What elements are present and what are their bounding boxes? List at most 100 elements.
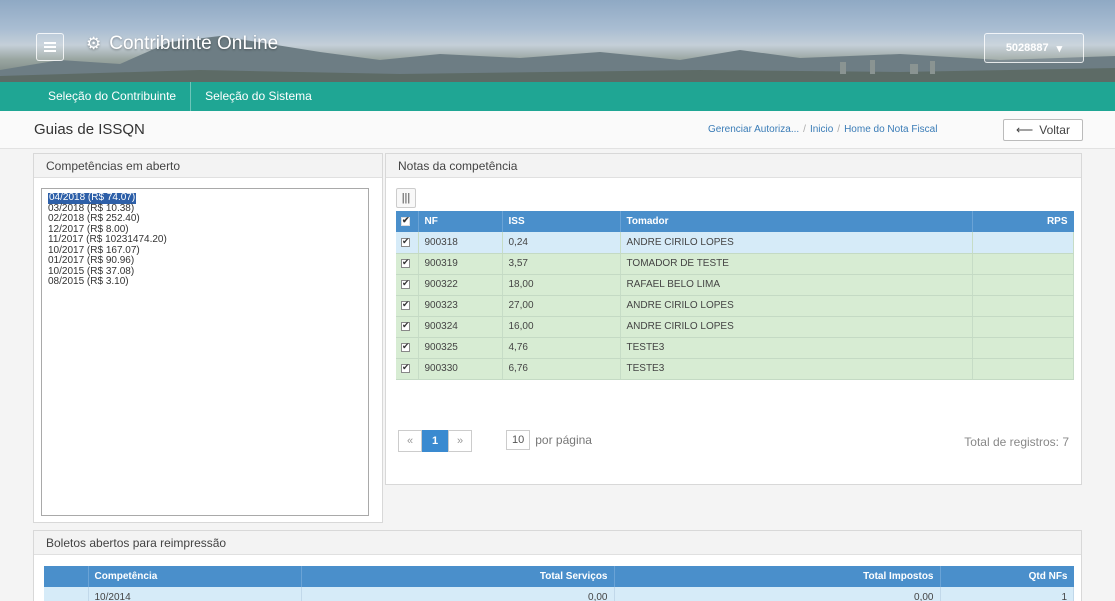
boletos-table: Competência Total Serviços Total Imposto…: [44, 566, 1074, 601]
cell-nf: 900325: [418, 337, 503, 359]
cell-qtd-nfs: 1: [940, 587, 1074, 601]
total-records: Total de registros: 7: [964, 435, 1069, 449]
per-page-label: por página: [535, 433, 592, 447]
main-nav: Seleção do Contribuinte Seleção do Siste…: [0, 82, 1115, 111]
col-header-qtd-nfs[interactable]: Qtd NFs: [940, 566, 1074, 587]
prev-page-button[interactable]: «: [398, 430, 422, 452]
nav-item-sistema[interactable]: Seleção do Sistema: [191, 82, 326, 111]
notas-title: Notas da competência: [386, 154, 1081, 178]
cell-rps: [972, 295, 1074, 317]
cell-tomador: ANDRE CIRILO LOPES: [620, 232, 973, 254]
competencias-listbox[interactable]: 04/2018 (R$ 74.07) 03/2018 (R$ 10.38) 02…: [41, 188, 369, 516]
row-checkbox[interactable]: [396, 274, 419, 296]
cell-tomador: TESTE3: [620, 337, 973, 359]
breadcrumb-item[interactable]: Home do Nota Fiscal: [844, 124, 937, 135]
menu-toggle-button[interactable]: [36, 33, 64, 61]
table-row[interactable]: 900319 3,57 TOMADOR DE TESTE: [396, 253, 1074, 275]
page-title: Guias de ISSQN: [34, 121, 145, 138]
breadcrumb-separator: /: [837, 124, 841, 135]
col-header-rps[interactable]: RPS: [972, 211, 1074, 232]
table-row[interactable]: 900318 0,24 ANDRE CIRILO LOPES: [396, 232, 1074, 254]
row-checkbox[interactable]: [396, 295, 419, 317]
table-row[interactable]: 900330 6,76 TESTE3: [396, 358, 1074, 380]
select-all-checkbox[interactable]: [396, 211, 419, 232]
header-banner: ⚙ Contribuinte OnLine 5028887 ▾: [0, 0, 1115, 82]
gear-icon: ⚙: [86, 34, 102, 53]
cell-iss: 3,57: [502, 253, 621, 275]
next-page-button[interactable]: »: [448, 430, 472, 452]
back-button[interactable]: ⟵ Voltar: [1003, 119, 1083, 141]
col-header-tomador[interactable]: Tomador: [620, 211, 973, 232]
cell-tomador: ANDRE CIRILO LOPES: [620, 295, 973, 317]
breadcrumb-item[interactable]: Inicio: [810, 124, 833, 135]
columns-icon: |||: [401, 192, 411, 204]
cell-iss: 27,00: [502, 295, 621, 317]
list-item[interactable]: 02/2018 (R$ 252.40): [48, 213, 362, 225]
breadcrumb-separator: /: [803, 124, 806, 135]
competencias-title: Competências em aberto: [34, 154, 382, 178]
cell-rps: [972, 274, 1074, 296]
list-item[interactable]: 04/2018 (R$ 74.07): [48, 192, 362, 204]
row-checkbox[interactable]: [396, 358, 419, 380]
cell-iss: 0,24: [502, 232, 621, 254]
notas-panel: Notas da competência ||| NF ISS Tomador …: [385, 153, 1082, 485]
col-header-competencia[interactable]: Competência: [88, 566, 302, 587]
list-item[interactable]: 01/2017 (R$ 90.96): [48, 255, 362, 267]
cell-iss: 6,76: [502, 358, 621, 380]
app-title: Contribuinte OnLine: [109, 33, 279, 54]
user-dropdown-button[interactable]: 5028887 ▾: [984, 33, 1084, 63]
cell-rps: [972, 232, 1074, 254]
app-brand[interactable]: ⚙ Contribuinte OnLine: [86, 33, 278, 55]
caret-down-icon: ▾: [1056, 42, 1063, 55]
row-checkbox[interactable]: [396, 337, 419, 359]
columns-toggle-button[interactable]: |||: [396, 188, 416, 208]
notas-table: NF ISS Tomador RPS 900318 0,24 ANDRE CIR…: [396, 211, 1074, 380]
pagination: « 1 »: [398, 430, 472, 452]
list-item[interactable]: 08/2015 (R$ 3.10): [48, 276, 362, 288]
cell-total-servicos: 0,00: [301, 587, 615, 601]
cell-nf: 900322: [418, 274, 503, 296]
cell-rps: [972, 253, 1074, 275]
cell-tomador: ANDRE CIRILO LOPES: [620, 316, 973, 338]
cell-tomador: RAFAEL BELO LIMA: [620, 274, 973, 296]
title-bar: Guias de ISSQN Gerenciar Autoriza... / I…: [0, 111, 1115, 149]
table-row[interactable]: 900324 16,00 ANDRE CIRILO LOPES: [396, 316, 1074, 338]
cell-blank: [44, 587, 89, 601]
cell-rps: [972, 337, 1074, 359]
hamburger-icon: [44, 42, 56, 52]
cell-nf: 900318: [418, 232, 503, 254]
col-header-nf[interactable]: NF: [418, 211, 503, 232]
cell-iss: 16,00: [502, 316, 621, 338]
cell-competencia: 10/2014: [88, 587, 302, 601]
row-checkbox[interactable]: [396, 316, 419, 338]
cell-iss: 18,00: [502, 274, 621, 296]
per-page-control: 10 por página: [506, 430, 592, 450]
page-1-button[interactable]: 1: [422, 430, 448, 452]
list-item[interactable]: 11/2017 (R$ 10231474.20): [48, 234, 362, 246]
col-header-total-servicos[interactable]: Total Serviços: [301, 566, 615, 587]
table-row[interactable]: 900323 27,00 ANDRE CIRILO LOPES: [396, 295, 1074, 317]
row-checkbox[interactable]: [396, 232, 419, 254]
table-row[interactable]: 900322 18,00 RAFAEL BELO LIMA: [396, 274, 1074, 296]
competencias-panel: Competências em aberto 04/2018 (R$ 74.07…: [33, 153, 383, 523]
cell-iss: 4,76: [502, 337, 621, 359]
cell-tomador: TOMADOR DE TESTE: [620, 253, 973, 275]
cell-rps: [972, 316, 1074, 338]
cell-nf: 900324: [418, 316, 503, 338]
table-row[interactable]: 10/2014 0,00 0,00 1: [44, 587, 1074, 601]
cell-rps: [972, 358, 1074, 380]
nav-item-contribuinte[interactable]: Seleção do Contribuinte: [34, 82, 192, 111]
col-header-total-impostos[interactable]: Total Impostos: [614, 566, 941, 587]
arrow-left-icon: ⟵: [1016, 123, 1034, 137]
cell-nf: 900330: [418, 358, 503, 380]
col-header-blank: [44, 566, 89, 587]
breadcrumb-item[interactable]: Gerenciar Autoriza...: [708, 124, 799, 135]
cell-tomador: TESTE3: [620, 358, 973, 380]
table-row[interactable]: 900325 4,76 TESTE3: [396, 337, 1074, 359]
row-checkbox[interactable]: [396, 253, 419, 275]
user-id: 5028887: [1005, 42, 1049, 54]
boletos-title: Boletos abertos para reimpressão: [34, 531, 1081, 555]
per-page-select[interactable]: 10: [506, 430, 531, 450]
col-header-iss[interactable]: ISS: [502, 211, 621, 232]
cell-total-impostos: 0,00: [614, 587, 941, 601]
